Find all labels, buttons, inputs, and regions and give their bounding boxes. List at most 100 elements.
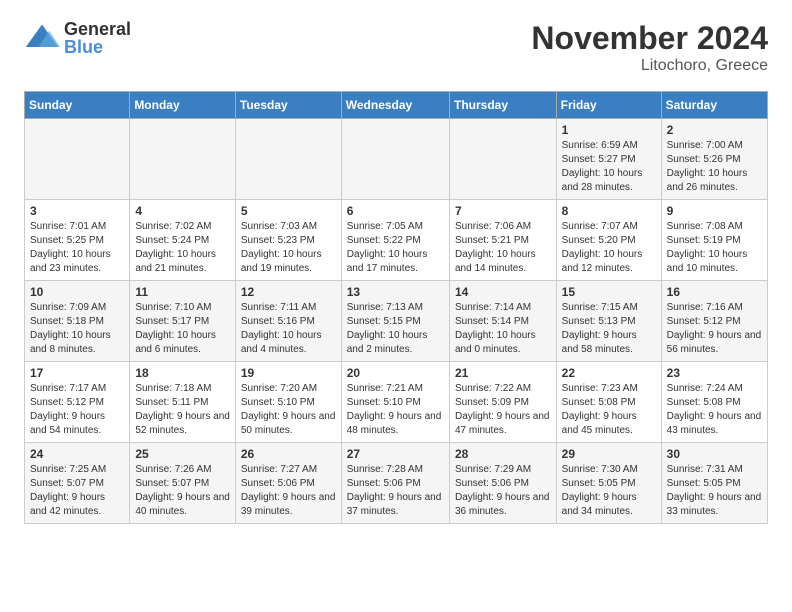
day-info: Sunrise: 7:30 AM Sunset: 5:05 PM Dayligh… xyxy=(562,464,638,517)
day-number: 16 xyxy=(667,285,762,299)
day-info: Sunrise: 7:11 AM Sunset: 5:16 PM Dayligh… xyxy=(241,302,322,355)
day-info: Sunrise: 7:23 AM Sunset: 5:08 PM Dayligh… xyxy=(562,383,638,436)
calendar-cell xyxy=(235,119,341,200)
day-info: Sunrise: 7:22 AM Sunset: 5:09 PM Dayligh… xyxy=(455,383,550,436)
calendar-table: SundayMondayTuesdayWednesdayThursdayFrid… xyxy=(24,91,768,524)
calendar-cell: 10 Sunrise: 7:09 AM Sunset: 5:18 PM Dayli… xyxy=(25,281,130,362)
calendar-cell: 14 Sunrise: 7:14 AM Sunset: 5:14 PM Dayli… xyxy=(449,281,556,362)
weekday-header-monday: Monday xyxy=(130,92,236,119)
calendar-cell: 8Sunrise: 7:07 AM Sunset: 5:20 PM Daylig… xyxy=(556,200,661,281)
day-number: 21 xyxy=(455,366,551,380)
weekday-header-thursday: Thursday xyxy=(449,92,556,119)
day-info: Sunrise: 7:00 AM Sunset: 5:26 PM Dayligh… xyxy=(667,140,748,193)
day-number: 10 xyxy=(30,285,124,299)
day-number: 23 xyxy=(667,366,762,380)
calendar-cell: 12 Sunrise: 7:11 AM Sunset: 5:16 PM Dayli… xyxy=(235,281,341,362)
day-number: 18 xyxy=(135,366,230,380)
day-number: 20 xyxy=(347,366,444,380)
calendar-week-row: 10 Sunrise: 7:09 AM Sunset: 5:18 PM Dayli… xyxy=(25,281,768,362)
calendar-cell: 19 Sunrise: 7:20 AM Sunset: 5:10 PM Dayli… xyxy=(235,362,341,443)
day-info: Sunrise: 7:25 AM Sunset: 5:07 PM Dayligh… xyxy=(30,464,106,517)
day-number: 13 xyxy=(347,285,444,299)
day-number: 1 xyxy=(562,123,656,137)
calendar-cell xyxy=(25,119,130,200)
day-info: Sunrise: 7:10 AM Sunset: 5:17 PM Dayligh… xyxy=(135,302,216,355)
calendar-cell: 18Sunrise: 7:18 AM Sunset: 5:11 PM Dayli… xyxy=(130,362,236,443)
calendar-cell xyxy=(449,119,556,200)
calendar-week-row: 24Sunrise: 7:25 AM Sunset: 5:07 PM Dayli… xyxy=(25,443,768,524)
day-number: 26 xyxy=(241,447,336,461)
title-section: November 2024 Litochoro, Greece xyxy=(531,20,768,75)
day-info: Sunrise: 7:16 AM Sunset: 5:12 PM Dayligh… xyxy=(667,302,762,355)
day-info: Sunrise: 7:06 AM Sunset: 5:21 PM Dayligh… xyxy=(455,221,536,274)
day-info: Sunrise: 7:15 AM Sunset: 5:13 PM Dayligh… xyxy=(562,302,638,355)
day-number: 6 xyxy=(347,204,444,218)
day-info: Sunrise: 7:17 AM Sunset: 5:12 PM Dayligh… xyxy=(30,383,106,436)
calendar-header: SundayMondayTuesdayWednesdayThursdayFrid… xyxy=(25,92,768,119)
day-number: 5 xyxy=(241,204,336,218)
day-info: Sunrise: 7:09 AM Sunset: 5:18 PM Dayligh… xyxy=(30,302,111,355)
calendar-cell: 20 Sunrise: 7:21 AM Sunset: 5:10 PM Dayli… xyxy=(341,362,449,443)
calendar-cell xyxy=(341,119,449,200)
calendar-cell: 22 Sunrise: 7:23 AM Sunset: 5:08 PM Dayli… xyxy=(556,362,661,443)
day-info: Sunrise: 6:59 AM Sunset: 5:27 PM Dayligh… xyxy=(562,140,643,193)
calendar-cell: 9 Sunrise: 7:08 AM Sunset: 5:19 PM Daylig… xyxy=(661,200,767,281)
day-info: Sunrise: 7:28 AM Sunset: 5:06 PM Dayligh… xyxy=(347,464,442,517)
day-info: Sunrise: 7:26 AM Sunset: 5:07 PM Dayligh… xyxy=(135,464,230,517)
weekday-header-saturday: Saturday xyxy=(661,92,767,119)
day-number: 11 xyxy=(135,285,230,299)
day-number: 7 xyxy=(455,204,551,218)
calendar-cell: 26Sunrise: 7:27 AM Sunset: 5:06 PM Dayli… xyxy=(235,443,341,524)
month-title: November 2024 xyxy=(531,20,768,57)
weekday-header-row: SundayMondayTuesdayWednesdayThursdayFrid… xyxy=(25,92,768,119)
calendar-week-row: 1 Sunrise: 6:59 AM Sunset: 5:27 PM Daylig… xyxy=(25,119,768,200)
day-number: 12 xyxy=(241,285,336,299)
day-number: 2 xyxy=(667,123,762,137)
day-info: Sunrise: 7:21 AM Sunset: 5:10 PM Dayligh… xyxy=(347,383,442,436)
weekday-header-tuesday: Tuesday xyxy=(235,92,341,119)
calendar-week-row: 17Sunrise: 7:17 AM Sunset: 5:12 PM Dayli… xyxy=(25,362,768,443)
day-number: 28 xyxy=(455,447,551,461)
calendar-cell: 29Sunrise: 7:30 AM Sunset: 5:05 PM Dayli… xyxy=(556,443,661,524)
day-number: 14 xyxy=(455,285,551,299)
calendar-cell: 5 Sunrise: 7:03 AM Sunset: 5:23 PM Daylig… xyxy=(235,200,341,281)
calendar-cell: 17Sunrise: 7:17 AM Sunset: 5:12 PM Dayli… xyxy=(25,362,130,443)
day-info: Sunrise: 7:08 AM Sunset: 5:19 PM Dayligh… xyxy=(667,221,748,274)
logo-general-text: General xyxy=(64,20,131,38)
calendar-cell: 30Sunrise: 7:31 AM Sunset: 5:05 PM Dayli… xyxy=(661,443,767,524)
day-number: 3 xyxy=(30,204,124,218)
calendar-cell xyxy=(130,119,236,200)
day-number: 19 xyxy=(241,366,336,380)
day-number: 15 xyxy=(562,285,656,299)
calendar-cell: 21 Sunrise: 7:22 AM Sunset: 5:09 PM Dayli… xyxy=(449,362,556,443)
calendar-cell: 16 Sunrise: 7:16 AM Sunset: 5:12 PM Dayli… xyxy=(661,281,767,362)
calendar-cell: 3Sunrise: 7:01 AM Sunset: 5:25 PM Daylig… xyxy=(25,200,130,281)
logo-text: General Blue xyxy=(64,20,131,56)
day-info: Sunrise: 7:20 AM Sunset: 5:10 PM Dayligh… xyxy=(241,383,336,436)
calendar-cell: 2 Sunrise: 7:00 AM Sunset: 5:26 PM Daylig… xyxy=(661,119,767,200)
day-number: 30 xyxy=(667,447,762,461)
day-info: Sunrise: 7:13 AM Sunset: 5:15 PM Dayligh… xyxy=(347,302,428,355)
logo: General Blue xyxy=(24,20,131,56)
day-number: 25 xyxy=(135,447,230,461)
calendar-cell: 25 Sunrise: 7:26 AM Sunset: 5:07 PM Dayli… xyxy=(130,443,236,524)
weekday-header-sunday: Sunday xyxy=(25,92,130,119)
page: General Blue November 2024 Litochoro, Gr… xyxy=(0,0,792,544)
location-subtitle: Litochoro, Greece xyxy=(531,57,768,75)
weekday-header-friday: Friday xyxy=(556,92,661,119)
header: General Blue November 2024 Litochoro, Gr… xyxy=(24,20,768,75)
day-info: Sunrise: 7:29 AM Sunset: 5:06 PM Dayligh… xyxy=(455,464,550,517)
day-info: Sunrise: 7:03 AM Sunset: 5:23 PM Dayligh… xyxy=(241,221,322,274)
calendar-cell: 23Sunrise: 7:24 AM Sunset: 5:08 PM Dayli… xyxy=(661,362,767,443)
day-number: 9 xyxy=(667,204,762,218)
calendar-cell: 27Sunrise: 7:28 AM Sunset: 5:06 PM Dayli… xyxy=(341,443,449,524)
calendar-cell: 28 Sunrise: 7:29 AM Sunset: 5:06 PM Dayli… xyxy=(449,443,556,524)
logo-icon xyxy=(24,20,60,56)
weekday-header-wednesday: Wednesday xyxy=(341,92,449,119)
calendar-cell: 24Sunrise: 7:25 AM Sunset: 5:07 PM Dayli… xyxy=(25,443,130,524)
day-info: Sunrise: 7:07 AM Sunset: 5:20 PM Dayligh… xyxy=(562,221,643,274)
day-info: Sunrise: 7:14 AM Sunset: 5:14 PM Dayligh… xyxy=(455,302,536,355)
logo-blue-text: Blue xyxy=(64,38,131,56)
calendar-cell: 1 Sunrise: 6:59 AM Sunset: 5:27 PM Daylig… xyxy=(556,119,661,200)
day-number: 22 xyxy=(562,366,656,380)
